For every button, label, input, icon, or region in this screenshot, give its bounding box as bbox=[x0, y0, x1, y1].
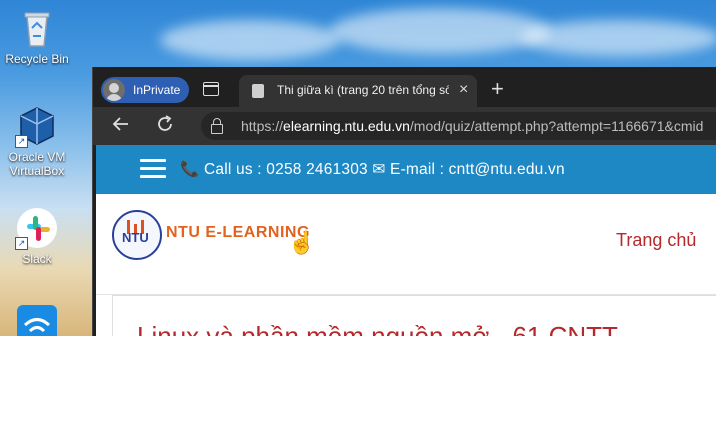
tab-active[interactable]: Thi giữa kì (trang 20 trên tổng số × bbox=[239, 75, 477, 107]
close-icon[interactable]: × bbox=[459, 81, 468, 99]
desktop-icon-wifi-app[interactable] bbox=[0, 305, 77, 336]
cloud bbox=[330, 8, 550, 54]
desktop-icon-label: Slack bbox=[22, 252, 52, 266]
course-title: Linux và phần mềm nguồn mở - 61.CNTT bbox=[137, 321, 618, 336]
tab-bar: InPrivate Thi giữa kì (trang 20 trên tổn… bbox=[93, 67, 716, 107]
ntu-logo-icon[interactable]: NTU bbox=[112, 210, 162, 260]
desktop-icon-slack[interactable]: ↗ Slack bbox=[0, 206, 77, 266]
content-card: Linux và phần mềm nguồn mở - 61.CNTT bbox=[112, 295, 716, 336]
contact-info: 📞 Call us : 0258 2461303 ✉ E-mail : cntt… bbox=[180, 161, 565, 178]
site-topbar: 📞 Call us : 0258 2461303 ✉ E-mail : cntt… bbox=[96, 145, 716, 194]
screen: Recycle Bin ↗ Oracle VM VirtualBox ↗ Sla… bbox=[0, 0, 716, 336]
tab-favicon-icon bbox=[252, 84, 264, 98]
desktop-icon-label: Recycle Bin bbox=[5, 52, 69, 66]
inprivate-badge[interactable]: InPrivate bbox=[101, 77, 189, 103]
desktop-icon-virtualbox[interactable]: ↗ Oracle VM VirtualBox bbox=[0, 104, 77, 178]
logo-mark: NTU bbox=[122, 230, 149, 245]
inprivate-label: InPrivate bbox=[133, 83, 181, 97]
shortcut-arrow-icon: ↗ bbox=[15, 237, 28, 250]
lock-icon[interactable] bbox=[211, 118, 223, 134]
nav-home-link[interactable]: Trang chủ bbox=[616, 230, 696, 251]
desktop-icon-label: Oracle VM VirtualBox bbox=[8, 150, 66, 178]
tab-actions-icon[interactable] bbox=[203, 82, 219, 96]
recycle-bin-icon bbox=[15, 6, 59, 50]
browser-window: InPrivate Thi giữa kì (trang 20 trên tổn… bbox=[92, 67, 716, 336]
refresh-icon[interactable] bbox=[155, 114, 175, 140]
pointing-hand-icon: ☝ bbox=[288, 230, 316, 255]
profile-avatar bbox=[103, 79, 125, 101]
virtualbox-icon: ↗ bbox=[15, 104, 59, 148]
url-text: https://elearning.ntu.edu.vn/mod/quiz/at… bbox=[241, 118, 704, 134]
back-icon[interactable] bbox=[111, 114, 131, 140]
hamburger-menu-icon[interactable] bbox=[140, 159, 166, 179]
web-page: 📞 Call us : 0258 2461303 ✉ E-mail : cntt… bbox=[96, 145, 716, 336]
address-bar[interactable]: https://elearning.ntu.edu.vn/mod/quiz/at… bbox=[201, 112, 716, 140]
desktop-icon-recycle-bin[interactable]: Recycle Bin bbox=[0, 6, 77, 66]
cloud bbox=[520, 20, 716, 56]
wifi-app-icon bbox=[15, 305, 59, 336]
shortcut-arrow-icon: ↗ bbox=[15, 135, 28, 148]
tab-title: Thi giữa kì (trang 20 trên tổng số bbox=[277, 83, 449, 97]
address-bar-row: https://elearning.ntu.edu.vn/mod/quiz/at… bbox=[93, 107, 716, 145]
slack-icon: ↗ bbox=[15, 206, 59, 250]
site-header: NTU NTU E-LEARNING ☝ Trang chủ bbox=[96, 194, 716, 295]
cloud bbox=[160, 20, 340, 60]
new-tab-icon[interactable]: + bbox=[491, 76, 504, 102]
